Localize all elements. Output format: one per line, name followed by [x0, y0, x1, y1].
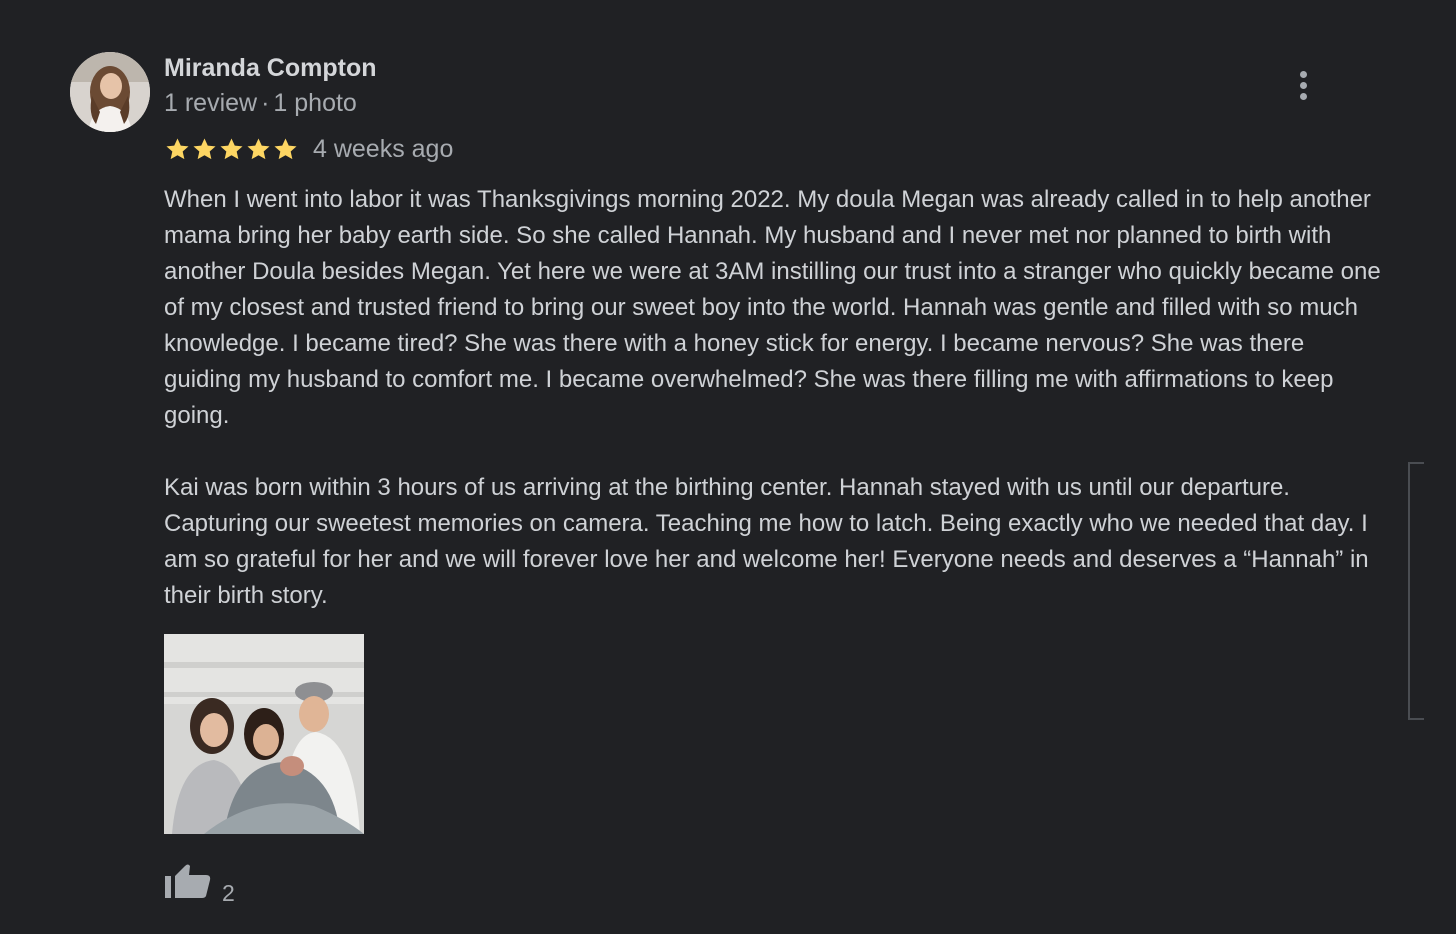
star-rating: [164, 136, 299, 163]
like-row: 2: [164, 860, 235, 906]
star-icon: [166, 137, 189, 159]
star-icon: [220, 137, 243, 159]
scrollbar[interactable]: [1408, 462, 1424, 720]
like-button[interactable]: [164, 862, 212, 900]
star-icon: [193, 137, 216, 159]
author-stats: 1 review · 1 photo: [164, 88, 357, 118]
review-text: When I went into labor it was Thanksgivi…: [164, 182, 1384, 614]
review-paragraph: When I went into labor it was Thanksgivi…: [164, 186, 1381, 429]
rating-row: 4 weeks ago: [164, 133, 453, 165]
thumb-up-icon: [165, 864, 211, 898]
review-date: 4 weeks ago: [313, 135, 454, 163]
author-name[interactable]: Miranda Compton: [164, 53, 377, 83]
photo-count: 1 photo: [273, 89, 357, 117]
like-count: 2: [222, 880, 235, 906]
review-count: 1 review: [164, 89, 258, 117]
star-icon: [274, 137, 297, 159]
review-card: Miranda Compton 1 review · 1 photo 4 weeks…: [0, 0, 1456, 934]
review-paragraph: Kai was born within 3 hours of us arrivi…: [164, 474, 1369, 609]
more-options-button[interactable]: [1288, 66, 1320, 104]
review-photo[interactable]: [164, 634, 364, 834]
stats-separator: ·: [261, 89, 270, 117]
author-avatar[interactable]: [70, 52, 150, 132]
star-icon: [247, 137, 270, 159]
